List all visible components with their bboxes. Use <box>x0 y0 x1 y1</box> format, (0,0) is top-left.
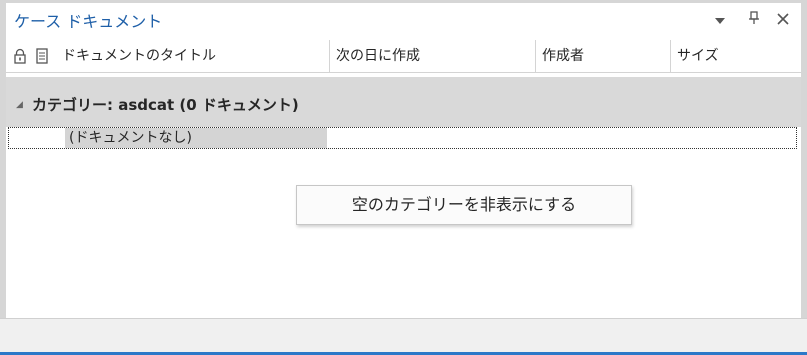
hide-empty-categories-menu-item[interactable]: 空のカテゴリーを非表示にする <box>297 186 631 224</box>
pin-icon[interactable] <box>744 11 764 31</box>
column-header-size[interactable]: サイズ <box>671 40 801 72</box>
group-collapse-icon[interactable]: ◢ <box>16 100 23 110</box>
column-header-title[interactable]: ドキュメントのタイトル <box>56 40 330 72</box>
column-header-row: ドキュメントのタイトル 次の日に作成 作成者 サイズ <box>6 40 801 73</box>
column-header-author[interactable]: 作成者 <box>536 40 671 72</box>
category-group-row[interactable]: ◢ カテゴリー: asdcat (0 ドキュメント) <box>6 77 801 127</box>
column-header-next-day-created[interactable]: 次の日に作成 <box>330 40 536 72</box>
status-bar <box>0 318 807 355</box>
close-icon[interactable] <box>773 11 793 31</box>
lock-icon[interactable] <box>12 48 28 64</box>
panel-title: ケース ドキュメント <box>14 12 163 31</box>
empty-document-text: (ドキュメントなし) <box>65 128 327 148</box>
context-menu: 空のカテゴリーを非表示にする <box>296 185 632 225</box>
document-icon[interactable] <box>34 48 50 64</box>
panel-titlebar: ケース ドキュメント <box>6 3 801 39</box>
empty-document-row[interactable]: (ドキュメントなし) <box>8 127 797 149</box>
panel-menu-dropdown-icon[interactable] <box>710 11 730 31</box>
category-group-label: カテゴリー: asdcat (0 ドキュメント) <box>32 96 299 114</box>
case-documents-panel: ケース ドキュメント ドキュメントのタイトル 次の日に作成 作成者 サイズ ◢ … <box>0 0 807 318</box>
